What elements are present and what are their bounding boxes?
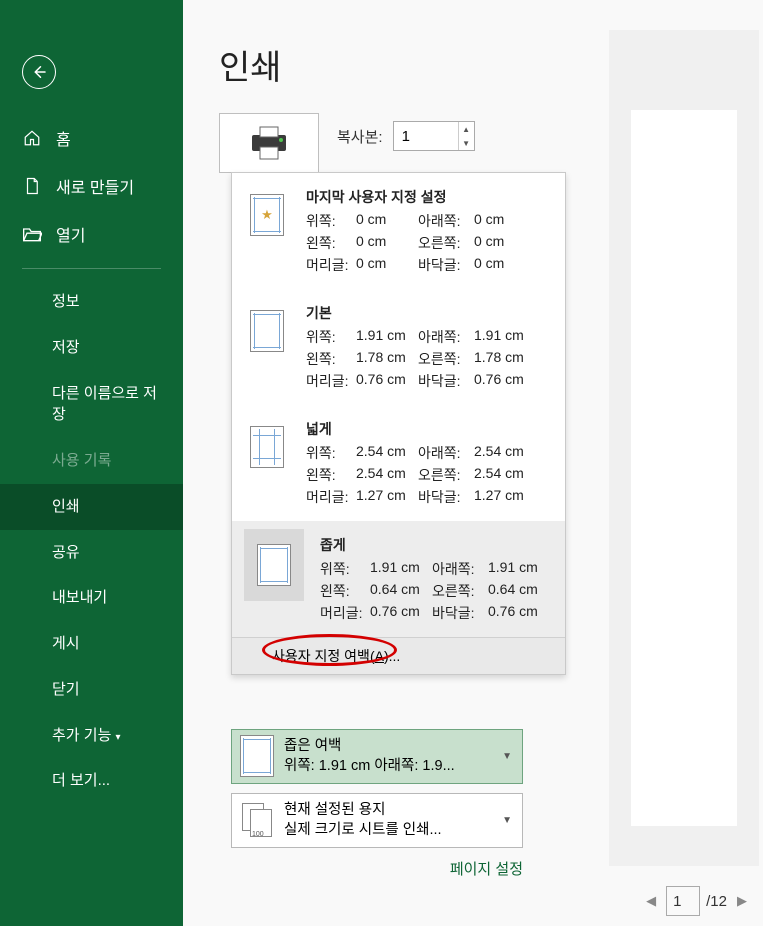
scaling-selector[interactable]: 100 현재 설정된 용지 실제 크기로 시트를 인쇄... ▼ [231, 793, 523, 848]
sidebar-sub-label: 공유 [52, 544, 80, 561]
sidebar-item-label: 열기 [56, 222, 85, 246]
margin-option-title: 마지막 사용자 지정 설정 [306, 187, 553, 207]
custom-margins-item[interactable]: 사용자 지정 여백(A)... [232, 637, 565, 674]
next-page-button[interactable]: ▶ [733, 891, 751, 911]
margins-dropdown: ★마지막 사용자 지정 설정위쪽:0 cm아래쪽:0 cm왼쪽:0 cm오른쪽:… [231, 172, 566, 675]
scaling-selector-detail: 실제 크기로 시트를 인쇄... [284, 820, 490, 840]
copies-label: 복사본: [337, 126, 383, 147]
sidebar-divider [22, 268, 161, 269]
sidebar-sub-item[interactable]: 더 보기... [0, 758, 183, 804]
sidebar-sub-item[interactable]: 내보내기 [0, 575, 183, 621]
sidebar-item-home[interactable]: 홈 [0, 114, 183, 162]
margins-selector-title: 좁은 여백 [284, 736, 490, 756]
page-setup-link[interactable]: 페이지 설정 [231, 858, 523, 879]
sidebar-item-label: 홈 [56, 126, 71, 150]
sidebar-item-label: 새로 만들기 [56, 174, 134, 198]
margin-option-icon: ★ [244, 187, 290, 243]
back-button[interactable] [22, 55, 56, 89]
sidebar-sub-label: 닫기 [52, 681, 80, 698]
sidebar-item-open-folder[interactable]: 열기 [0, 210, 183, 258]
sidebar-sub-label: 인쇄 [52, 498, 80, 515]
sidebar-sub-item: 사용 기록 [0, 438, 183, 484]
sidebar-sub-item[interactable]: 공유 [0, 530, 183, 576]
sidebar-sub-item[interactable]: 정보 [0, 279, 183, 325]
margin-option-title: 좁게 [320, 535, 553, 555]
sidebar-sub-item[interactable]: 다른 이름으로 저장 [0, 371, 183, 439]
margin-option-icon [244, 419, 290, 475]
sidebar-sub-item[interactable]: 게시 [0, 621, 183, 667]
home-icon [22, 128, 42, 148]
scaling-selector-title: 현재 설정된 용지 [284, 800, 490, 820]
sidebar-sub-label: 저장 [52, 339, 80, 356]
print-preview [609, 30, 759, 866]
sidebar-sub-label: 내보내기 [52, 589, 107, 606]
margin-option-title: 넓게 [306, 419, 553, 439]
sidebar-sub-item[interactable]: 인쇄 [0, 484, 183, 530]
sidebar-sub-item[interactable]: 추가 기능 ▾ [0, 713, 183, 759]
margins-selector-detail: 위쪽: 1.91 cm 아래쪽: 1.9... [284, 756, 490, 776]
sidebar-sub-label: 추가 기능 ▾ [52, 727, 121, 744]
margin-option-icon [244, 529, 304, 601]
current-page-input[interactable]: 1 [666, 886, 700, 916]
margin-option-icon [244, 303, 290, 359]
margin-option-narrow[interactable]: 좁게위쪽:1.91 cm아래쪽:1.91 cm왼쪽:0.64 cm오른쪽:0.6… [232, 521, 565, 637]
backstage-sidebar: 홈새로 만들기열기 정보저장다른 이름으로 저장사용 기록인쇄공유내보내기게시닫… [0, 0, 183, 926]
margin-option-wide[interactable]: 넓게위쪽:2.54 cm아래쪽:2.54 cm왼쪽:2.54 cm오른쪽:2.5… [232, 405, 565, 521]
margins-selector[interactable]: 좁은 여백 위쪽: 1.91 cm 아래쪽: 1.9... ▼ [231, 729, 523, 784]
sidebar-sub-label: 더 보기... [52, 772, 110, 789]
copies-decrease[interactable]: ▼ [458, 136, 474, 150]
total-pages: /12 [706, 893, 727, 910]
sidebar-sub-label: 정보 [52, 293, 80, 310]
copies-value: 1 [402, 128, 410, 145]
copies-input[interactable]: 1 ▲ ▼ [393, 121, 475, 151]
sidebar-item-new-file[interactable]: 새로 만들기 [0, 162, 183, 210]
page-navigator: ◀ 1 /12 ▶ [642, 886, 751, 916]
margin-option-last[interactable]: ★마지막 사용자 지정 설정위쪽:0 cm아래쪽:0 cm왼쪽:0 cm오른쪽:… [232, 173, 565, 289]
margins-selector-caret[interactable]: ▼ [500, 749, 514, 764]
open-folder-icon [22, 224, 42, 244]
sidebar-sub-label: 게시 [52, 635, 80, 652]
prev-page-button[interactable]: ◀ [642, 891, 660, 911]
new-file-icon [22, 176, 42, 196]
printer-icon [246, 125, 292, 161]
sidebar-sub-item[interactable]: 저장 [0, 325, 183, 371]
margin-option-normal[interactable]: 기본위쪽:1.91 cm아래쪽:1.91 cm왼쪽:1.78 cm오른쪽:1.7… [232, 289, 565, 405]
sidebar-sub-label: 사용 기록 [52, 452, 111, 469]
sidebar-sub-label: 다른 이름으로 저장 [52, 385, 157, 424]
preview-sheet [631, 110, 737, 826]
sidebar-sub-item[interactable]: 닫기 [0, 667, 183, 713]
narrow-margin-icon [240, 736, 274, 776]
margin-option-title: 기본 [306, 303, 553, 323]
back-arrow-icon [30, 63, 48, 81]
copies-increase[interactable]: ▲ [458, 122, 474, 136]
scaling-icon: 100 [240, 800, 274, 840]
print-button[interactable] [219, 113, 319, 173]
scaling-selector-caret[interactable]: ▼ [500, 813, 514, 828]
